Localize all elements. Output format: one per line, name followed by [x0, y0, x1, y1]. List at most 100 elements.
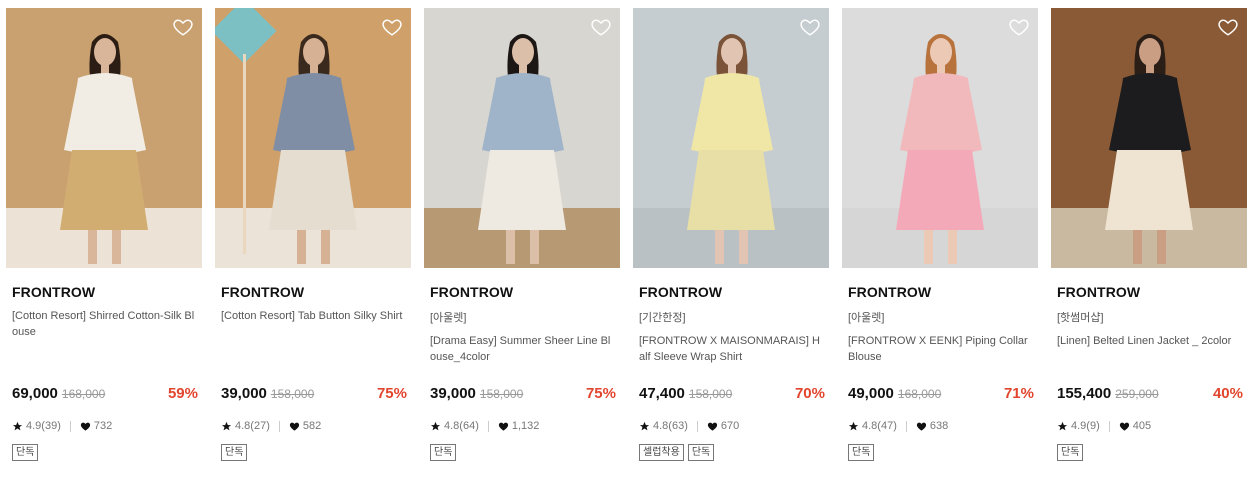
product-category: [기간한정] — [639, 312, 686, 324]
product-tag: 단독 — [687, 444, 715, 461]
product-card[interactable]: FRONTROW [Cotton Resort] Shirred Cotton-… — [6, 8, 202, 478]
product-image[interactable] — [842, 8, 1038, 268]
product-name[interactable]: [FRONTROW X EENK] Piping Collar Blouse — [848, 333, 1034, 365]
heart-wishlist-icon[interactable] — [172, 16, 194, 38]
photo-leg — [739, 230, 748, 264]
photo-leg — [1133, 230, 1142, 264]
heart-filled-icon — [289, 422, 299, 431]
price-row: 47,400 158,000 70% — [639, 385, 825, 405]
rating: 4.9(9) — [1071, 420, 1100, 432]
photo-neck — [1146, 64, 1154, 74]
star-icon — [639, 421, 650, 430]
photo-leg — [530, 230, 539, 264]
tag-list: 셀럽착용 단독 — [639, 444, 715, 461]
brand-name[interactable]: FRONTROW — [639, 284, 722, 300]
product-tag: 단독 — [1057, 444, 1084, 461]
photo-pole — [243, 54, 246, 254]
like-count: 405 — [1132, 420, 1152, 432]
photo-bottom — [60, 150, 148, 230]
price-row: 155,400 259,000 40% — [1057, 385, 1243, 405]
product-name[interactable]: [Cotton Resort] Shirred Cotton-Silk Blou… — [12, 308, 198, 340]
like-count: 582 — [302, 420, 322, 432]
product-grid: FRONTROW [Cotton Resort] Shirred Cotton-… — [0, 0, 1260, 488]
heart-filled-icon — [916, 422, 926, 431]
photo-bottom — [269, 150, 357, 230]
photo-face — [512, 38, 534, 66]
discount-rate: 70% — [794, 385, 825, 402]
product-card[interactable]: FRONTROW [기간한정] [FRONTROW X MAISONMARAIS… — [633, 8, 829, 478]
photo-leg — [1157, 230, 1166, 264]
product-image[interactable] — [215, 8, 411, 268]
product-category: [핫썸머샵] — [1057, 312, 1104, 324]
product-photo — [6, 8, 202, 268]
product-name[interactable]: [FRONTROW X MAISONMARAIS] Half Sleeve Wr… — [639, 333, 825, 365]
heart-wishlist-icon[interactable] — [799, 16, 821, 38]
divider — [278, 420, 280, 432]
divider — [696, 420, 698, 432]
product-image[interactable] — [424, 8, 620, 268]
product-category: [아울렛] — [430, 312, 467, 324]
star-icon — [430, 421, 441, 430]
original-price: 158,000 — [688, 387, 733, 401]
rating: 4.8(27) — [235, 420, 270, 432]
product-name[interactable]: [Cotton Resort] Tab Button Silky Shirt — [221, 308, 407, 324]
star-icon — [12, 421, 23, 430]
photo-leg — [715, 230, 724, 264]
brand-name[interactable]: FRONTROW — [430, 284, 513, 300]
product-name[interactable]: [Linen] Belted Linen Jacket _ 2color — [1057, 333, 1243, 349]
product-card[interactable]: FRONTROW [아울렛] [FRONTROW X EENK] Piping … — [842, 8, 1038, 478]
photo-leg — [112, 230, 121, 264]
tag-list: 단독 — [1057, 444, 1084, 461]
photo-neck — [728, 64, 736, 74]
original-price: 168,000 — [61, 387, 106, 401]
divider — [905, 420, 907, 432]
heart-wishlist-icon[interactable] — [381, 16, 403, 38]
heart-wishlist-icon[interactable] — [590, 16, 612, 38]
brand-name[interactable]: FRONTROW — [221, 284, 304, 300]
original-price: 158,000 — [270, 387, 315, 401]
product-image[interactable] — [6, 8, 202, 268]
photo-neck — [937, 64, 945, 74]
product-card[interactable]: FRONTROW [핫썸머샵] [Linen] Belted Linen Jac… — [1051, 8, 1247, 478]
photo-face — [303, 38, 325, 66]
divider — [1108, 420, 1110, 432]
heart-filled-icon — [80, 422, 90, 431]
price-row: 39,000 158,000 75% — [221, 385, 407, 405]
discount-rate: 75% — [585, 385, 616, 402]
divider — [69, 420, 71, 432]
product-card[interactable]: FRONTROW [Cotton Resort] Tab Button Silk… — [215, 8, 411, 478]
product-image[interactable] — [1051, 8, 1247, 268]
photo-bottom — [687, 150, 775, 230]
like-count: 732 — [93, 420, 113, 432]
price-row: 39,000 158,000 75% — [430, 385, 616, 405]
product-category: [아울렛] — [848, 312, 885, 324]
star-icon — [1057, 421, 1068, 430]
sale-price: 47,400 — [639, 385, 685, 402]
heart-wishlist-icon[interactable] — [1217, 16, 1239, 38]
product-tag: 단독 — [430, 444, 457, 461]
product-photo — [633, 8, 829, 268]
rating: 4.8(47) — [862, 420, 897, 432]
product-meta: 4.8(64) 1,132 — [430, 420, 539, 432]
brand-name[interactable]: FRONTROW — [1057, 284, 1140, 300]
heart-filled-icon — [1119, 422, 1129, 431]
rating: 4.8(63) — [653, 420, 688, 432]
product-card[interactable]: FRONTROW [아울렛] [Drama Easy] Summer Sheer… — [424, 8, 620, 478]
tag-list: 단독 — [430, 444, 457, 461]
photo-neck — [101, 64, 109, 74]
photo-leg — [321, 230, 330, 264]
tag-list: 단독 — [848, 444, 875, 461]
product-meta: 4.8(27) 582 — [221, 420, 321, 432]
product-image[interactable] — [633, 8, 829, 268]
photo-leg — [88, 230, 97, 264]
brand-name[interactable]: FRONTROW — [848, 284, 931, 300]
brand-name[interactable]: FRONTROW — [12, 284, 95, 300]
product-meta: 4.8(47) 638 — [848, 420, 948, 432]
discount-rate: 75% — [376, 385, 407, 402]
product-name[interactable]: [Drama Easy] Summer Sheer Line Blouse_4c… — [430, 333, 616, 365]
heart-wishlist-icon[interactable] — [1008, 16, 1030, 38]
star-icon — [848, 421, 859, 430]
photo-face — [721, 38, 743, 66]
product-photo — [842, 8, 1038, 268]
product-tag: 단독 — [221, 444, 248, 461]
